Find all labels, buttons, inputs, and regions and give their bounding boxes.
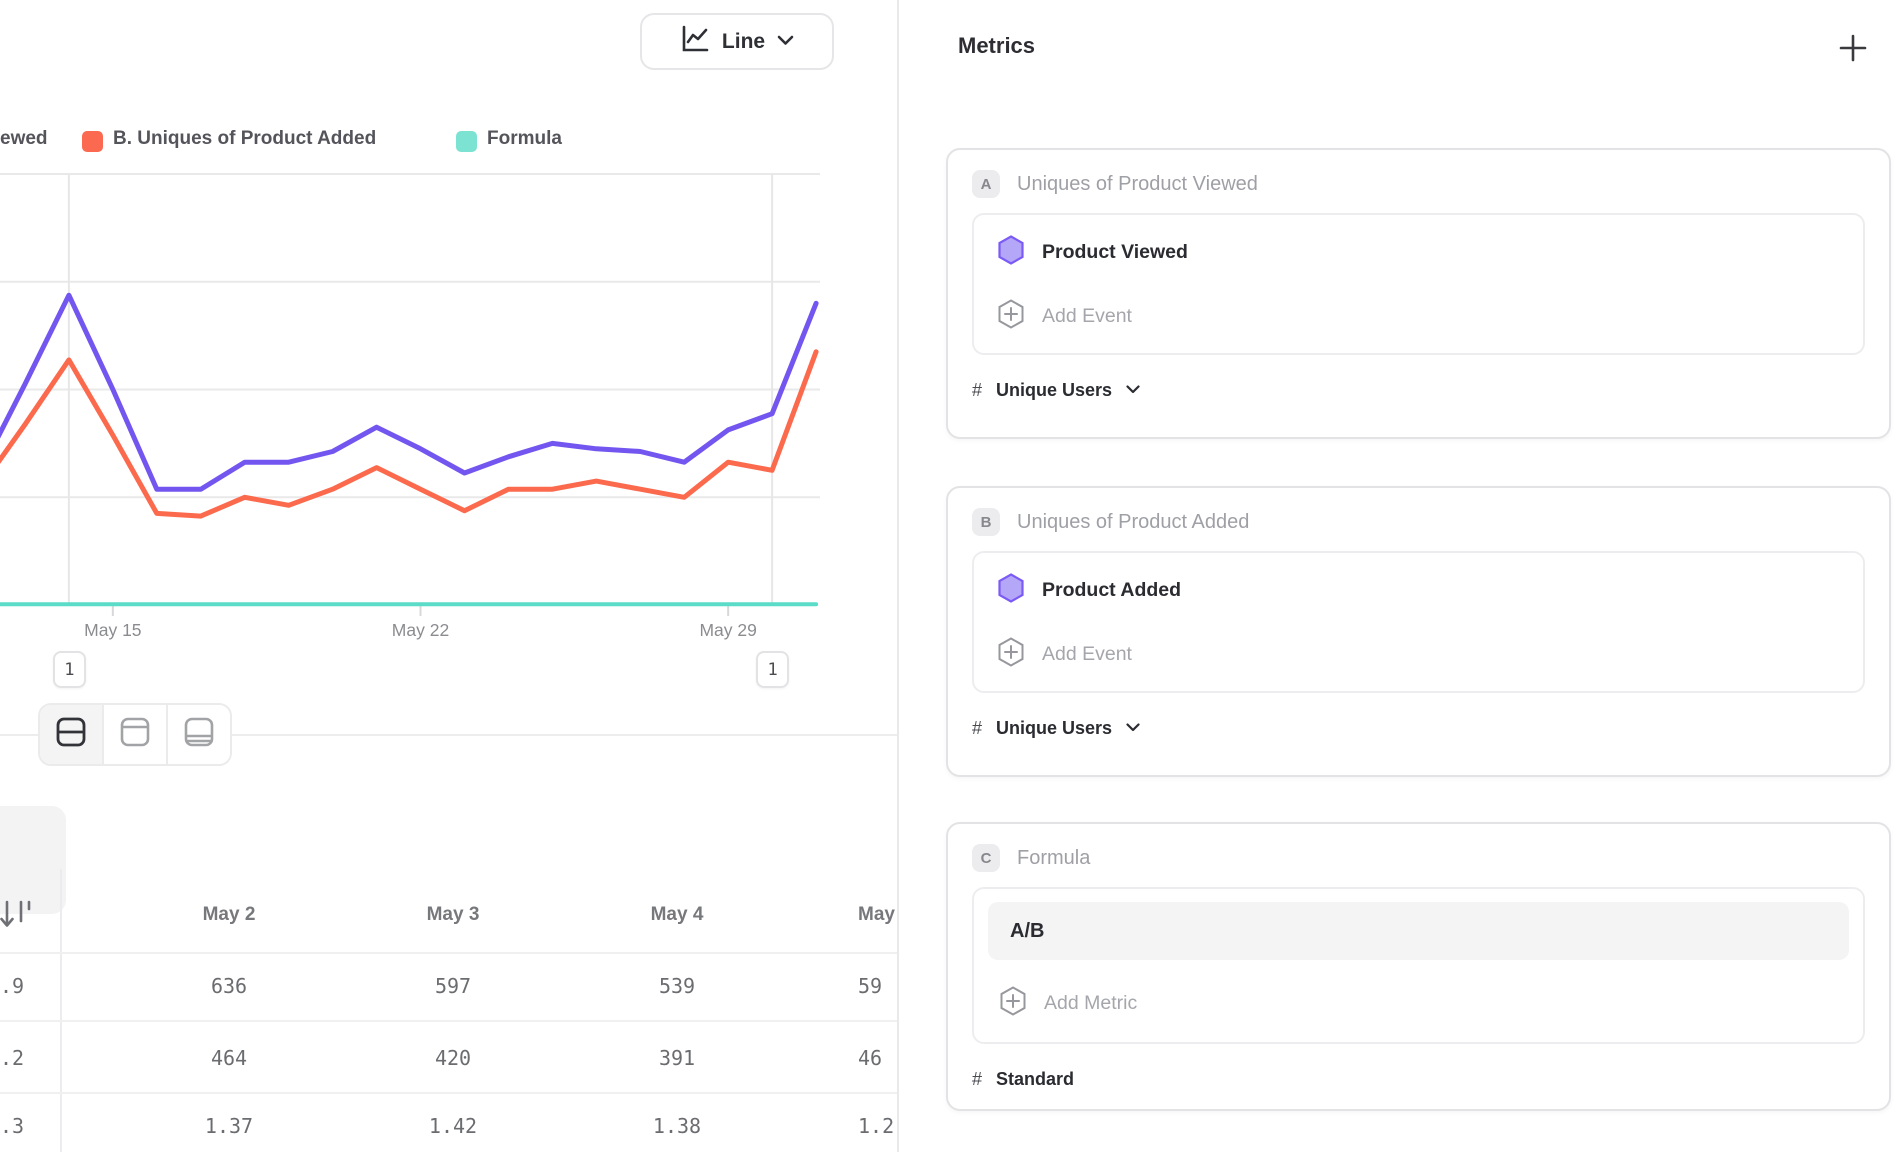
insights-report: Line ewed B. Uniques of Product Added Fo… <box>0 0 1898 1152</box>
row-divider <box>0 1092 897 1094</box>
table-cell: 1.42 <box>353 1106 553 1146</box>
add-event-row[interactable]: Add Event <box>998 637 1839 671</box>
chart-view-icon <box>117 714 153 755</box>
table-cell: 539 <box>577 966 777 1006</box>
layout-table-only-button[interactable] <box>166 705 230 764</box>
column-header[interactable]: May 4 <box>577 897 777 933</box>
event-row[interactable]: Product Added <box>998 573 1839 607</box>
measure-label: Unique Users <box>996 718 1112 739</box>
annotation-count-badge[interactable]: 1 <box>53 651 86 688</box>
metric-badge: C <box>972 844 1000 872</box>
hexagon-plus-icon <box>998 637 1024 672</box>
table-cell: 391 <box>577 1038 777 1078</box>
measure-label: Unique Users <box>996 380 1112 401</box>
table-cell: 636 <box>129 966 329 1006</box>
metric-title[interactable]: Uniques of Product Added <box>1017 511 1249 534</box>
metrics-panel-title: Metrics <box>958 33 1035 59</box>
event-name[interactable]: Product Added <box>1042 579 1181 602</box>
table-cell: .9 <box>0 966 38 1006</box>
table-cell: 420 <box>353 1038 553 1078</box>
add-metric-row[interactable]: Add Metric <box>988 986 1849 1020</box>
metric-title[interactable]: Formula <box>1017 847 1090 870</box>
column-header[interactable]: May 2 <box>129 897 329 933</box>
sort-descending-icon[interactable] <box>0 894 36 939</box>
line-chart[interactable] <box>0 0 897 645</box>
event-box: Product Viewed Add Event <box>972 213 1865 355</box>
metric-card-b: B Uniques of Product Added Product Added <box>946 486 1891 777</box>
row-divider <box>0 952 897 954</box>
plus-icon <box>1838 33 1868 68</box>
metric-card-c: C Formula A/B Add Metric # <box>946 822 1891 1111</box>
layout-split-button[interactable] <box>40 705 102 764</box>
table-cell: 464 <box>129 1038 329 1078</box>
add-metric-label[interactable]: Add Metric <box>1044 992 1137 1015</box>
table-cell: 1.38 <box>577 1106 777 1146</box>
layout-toggle <box>38 703 232 766</box>
formula-box: A/B Add Metric <box>972 887 1865 1044</box>
add-metric-plus-button[interactable] <box>1831 28 1875 72</box>
table-cell: 597 <box>353 966 553 1006</box>
table-view-icon <box>181 714 217 755</box>
table-cell: 1.37 <box>129 1106 329 1146</box>
metric-title[interactable]: Uniques of Product Viewed <box>1017 173 1258 196</box>
metric-badge: A <box>972 170 1000 198</box>
x-axis-tick-label: May 29 <box>668 620 788 641</box>
measure-dropdown[interactable]: # Unique Users <box>972 374 1865 406</box>
annotation-count-badge[interactable]: 1 <box>756 651 789 688</box>
x-axis-tick-label: May 15 <box>53 620 173 641</box>
table-cell: .2 <box>0 1038 38 1078</box>
event-hexagon-icon <box>998 573 1024 608</box>
event-name[interactable]: Product Viewed <box>1042 241 1188 264</box>
split-view-icon <box>53 714 89 755</box>
chevron-down-icon <box>1126 719 1140 737</box>
table-cell: 59 <box>858 966 897 1006</box>
chevron-down-icon <box>1126 381 1140 399</box>
card-header: B Uniques of Product Added <box>972 508 1865 536</box>
add-event-label[interactable]: Add Event <box>1042 643 1132 666</box>
event-row[interactable]: Product Viewed <box>998 235 1839 269</box>
event-hexagon-icon <box>998 235 1024 270</box>
row-divider <box>0 1020 897 1022</box>
hash-icon: # <box>972 380 982 401</box>
column-header[interactable]: May <box>858 897 897 933</box>
hexagon-plus-icon <box>998 299 1024 334</box>
hash-icon: # <box>972 1069 982 1090</box>
metric-badge: B <box>972 508 1000 536</box>
table-cell: 1.2 <box>858 1106 897 1146</box>
metric-card-a: A Uniques of Product Viewed Product View… <box>946 148 1891 439</box>
add-event-label[interactable]: Add Event <box>1042 305 1132 328</box>
chart-panel: Line ewed B. Uniques of Product Added Fo… <box>0 0 897 1152</box>
formula-input[interactable]: A/B <box>988 902 1849 960</box>
metrics-panel: Metrics A Uniques of Product Viewed <box>899 0 1898 1152</box>
measure-dropdown[interactable]: # Standard <box>972 1063 1865 1095</box>
measure-dropdown[interactable]: # Unique Users <box>972 712 1865 744</box>
event-box: Product Added Add Event <box>972 551 1865 693</box>
hash-icon: # <box>972 718 982 739</box>
table-cell: .3 <box>0 1106 38 1146</box>
column-header[interactable]: May 3 <box>353 897 553 933</box>
card-header: C Formula <box>972 844 1865 872</box>
table-column-divider <box>60 869 62 1152</box>
measure-label: Standard <box>996 1069 1074 1090</box>
x-axis-tick-label: May 22 <box>361 620 481 641</box>
hexagon-plus-icon <box>1000 986 1026 1021</box>
add-event-row[interactable]: Add Event <box>998 299 1839 333</box>
layout-chart-only-button[interactable] <box>102 705 166 764</box>
card-header: A Uniques of Product Viewed <box>972 170 1865 198</box>
table-cell: 46 <box>858 1038 897 1078</box>
